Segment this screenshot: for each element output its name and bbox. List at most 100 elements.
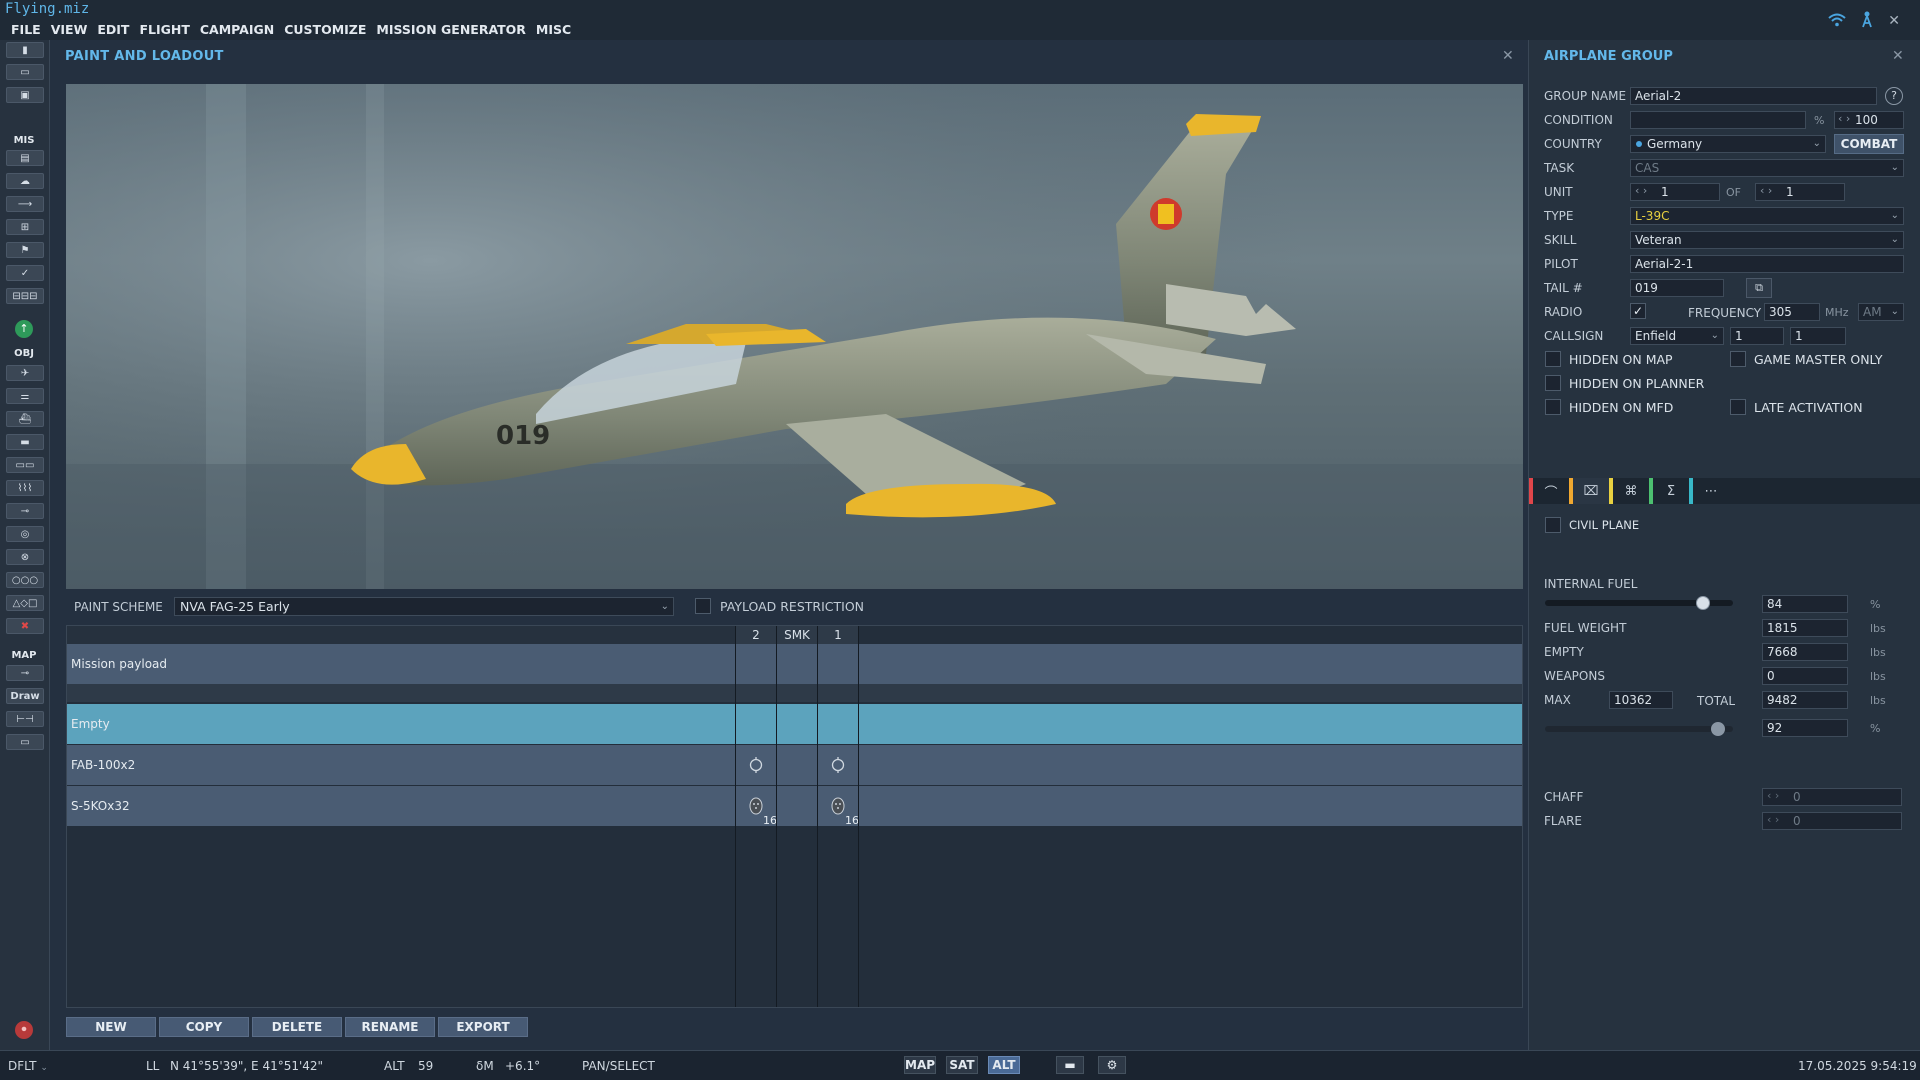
trigger-zone-icon[interactable]: ⊞ <box>6 219 44 235</box>
map-layer-icon[interactable]: ▭ <box>6 734 44 750</box>
task-value: CAS <box>1635 161 1660 175</box>
close-group-panel-icon[interactable]: ✕ <box>1892 48 1904 64</box>
map-key-icon[interactable]: ⊸ <box>6 665 44 681</box>
country-select[interactable]: Germany ⌄ <box>1630 135 1826 153</box>
group-icon[interactable]: ○○○ <box>6 572 44 588</box>
type-select[interactable]: L-39C ⌄ <box>1630 207 1904 225</box>
screenshot-icon[interactable]: ▬ <box>1056 1056 1084 1074</box>
export-button[interactable]: EXPORT <box>438 1017 528 1037</box>
hidden-on-mfd-option[interactable]: HIDDEN ON MFD <box>1545 399 1673 415</box>
route-tab-icon[interactable]: ⌒ <box>1529 478 1569 504</box>
civil-plane-option[interactable]: CIVIL PLANE <box>1545 517 1639 533</box>
ship-icon[interactable]: ⛴ <box>6 411 44 427</box>
record-icon[interactable]: ⏺ <box>15 1021 33 1039</box>
frequency-input[interactable]: 305 <box>1764 303 1820 321</box>
hidden-on-map-checkbox[interactable] <box>1545 351 1561 367</box>
chaff-stepper[interactable]: 0 <box>1762 788 1902 806</box>
callsign-select[interactable]: Enfield ⌄ <box>1630 327 1724 345</box>
civil-plane-checkbox[interactable] <box>1545 517 1561 533</box>
radio-checkbox[interactable]: ✓ <box>1630 303 1646 319</box>
payload-restriction-checkbox[interactable] <box>695 598 711 614</box>
group-name-input[interactable]: Aerial-2 <box>1630 87 1877 105</box>
summary-tab-icon[interactable]: Σ <box>1649 478 1689 504</box>
chain-icon[interactable]: ⊟⊟⊟ <box>6 288 44 304</box>
tail-input[interactable]: 019 <box>1630 279 1724 297</box>
flare-stepper[interactable]: 0 <box>1762 812 1902 830</box>
chevron-down-icon: ⌄ <box>660 601 669 612</box>
skill-select[interactable]: Veteran ⌄ <box>1630 231 1904 249</box>
profile-select[interactable]: DFLT ⌄ <box>8 1059 48 1073</box>
fuel-weight-input[interactable]: 1815 <box>1762 619 1848 637</box>
hidden-on-mfd-checkbox[interactable] <box>1545 399 1561 415</box>
close-app-icon[interactable]: ✕ <box>1888 13 1900 29</box>
map-view-button[interactable]: MAP <box>904 1056 936 1074</box>
internal-fuel-slider-handle[interactable] <box>1695 596 1710 610</box>
briefing-icon[interactable]: ▤ <box>6 150 44 166</box>
check-icon[interactable]: ✓ <box>6 265 44 281</box>
menu-flight[interactable]: FLIGHT <box>134 20 194 40</box>
modulation-select[interactable]: AM ⌄ <box>1858 303 1904 321</box>
delete-icon[interactable]: ✖ <box>6 618 44 634</box>
menu-view[interactable]: VIEW <box>46 20 93 40</box>
draw-button[interactable]: Draw <box>6 688 44 704</box>
payload-row-s5ko[interactable]: S-5KOx32 <box>67 786 1522 826</box>
antenna-icon[interactable] <box>1860 10 1874 32</box>
paint-scheme-select[interactable]: NVA FAG-25 Early ⌄ <box>174 597 674 616</box>
copy-button[interactable]: COPY <box>159 1017 249 1037</box>
menu-mission-generator[interactable]: MISSION GENERATOR <box>371 20 531 40</box>
airplane-icon[interactable]: ✈ <box>6 365 44 381</box>
menu-misc[interactable]: MISC <box>531 20 576 40</box>
ruler-icon[interactable]: ⊢⊣ <box>6 711 44 727</box>
weather-icon[interactable]: ☁ <box>6 173 44 189</box>
new-button[interactable]: NEW <box>66 1017 156 1037</box>
loadout-tab-icon[interactable]: ⌧ <box>1569 478 1609 504</box>
callsign-number-1[interactable]: 1 <box>1730 327 1784 345</box>
sat-view-button[interactable]: SAT <box>946 1056 978 1074</box>
task-select[interactable]: CAS ⌄ <box>1630 159 1904 177</box>
payload-row-mission[interactable]: Mission payload <box>67 644 1522 684</box>
close-panel-icon[interactable]: ✕ <box>1502 48 1514 64</box>
pilot-input[interactable]: Aerial-2-1 <box>1630 255 1904 273</box>
triggers-icon[interactable]: ⚑ <box>6 242 44 258</box>
combat-button[interactable]: COMBAT <box>1834 134 1904 154</box>
game-master-only-checkbox[interactable] <box>1730 351 1746 367</box>
callsign-number-2[interactable]: 1 <box>1790 327 1846 345</box>
nav-point-icon[interactable]: ⊸ <box>6 503 44 519</box>
menu-campaign[interactable]: CAMPAIGN <box>195 20 279 40</box>
properties-tab-icon[interactable]: ⌘ <box>1609 478 1649 504</box>
delete-button[interactable]: DELETE <box>252 1017 342 1037</box>
payload-row-fab100[interactable]: FAB-100x2 <box>67 745 1522 785</box>
payload-restriction[interactable]: PAYLOAD RESTRICTION <box>695 598 864 614</box>
aircraft-route-icon[interactable]: ⟶ <box>6 196 44 212</box>
static-object-icon[interactable]: ▭▭ <box>6 457 44 473</box>
internal-fuel-input[interactable]: 84 <box>1762 595 1848 613</box>
hidden-on-map-option[interactable]: HIDDEN ON MAP <box>1545 351 1673 367</box>
wifi-icon[interactable] <box>1828 12 1846 31</box>
late-activation-option[interactable]: LATE ACTIVATION <box>1730 399 1863 415</box>
helicopter-icon[interactable]: ⚌ <box>6 388 44 404</box>
rename-button[interactable]: RENAME <box>345 1017 435 1037</box>
hidden-on-planner-checkbox[interactable] <box>1545 375 1561 391</box>
menu-file[interactable]: FILE <box>6 20 46 40</box>
open-file-icon[interactable]: ▭ <box>6 64 44 80</box>
zone-icon[interactable]: ⊗ <box>6 549 44 565</box>
new-mission-icon[interactable]: ▮ <box>6 42 44 58</box>
hidden-on-planner-option[interactable]: HIDDEN ON PLANNER <box>1545 375 1704 391</box>
up-arrow-icon[interactable]: ↑ <box>15 320 33 338</box>
ground-unit-icon[interactable]: ▬ <box>6 434 44 450</box>
menu-customize[interactable]: CUSTOMIZE <box>279 20 371 40</box>
alt-view-button[interactable]: ALT <box>988 1056 1020 1074</box>
menu-edit[interactable]: EDIT <box>92 20 134 40</box>
payload-row-empty[interactable]: Empty <box>67 704 1522 744</box>
settings-icon[interactable]: ⚙ <box>1098 1056 1126 1074</box>
radio-label: RADIO <box>1544 305 1583 319</box>
shapes-icon[interactable]: △◇□ <box>6 595 44 611</box>
target-icon[interactable]: ◎ <box>6 526 44 542</box>
template-icon[interactable]: ⌇⌇⌇ <box>6 480 44 496</box>
save-file-icon[interactable]: ▣ <box>6 87 44 103</box>
help-icon[interactable]: ? <box>1885 87 1903 105</box>
more-tab-icon[interactable]: ⋯ <box>1689 478 1729 504</box>
late-activation-checkbox[interactable] <box>1730 399 1746 415</box>
game-master-only-option[interactable]: GAME MASTER ONLY <box>1730 351 1883 367</box>
copy-tail-icon[interactable]: ⧉ <box>1746 278 1772 298</box>
